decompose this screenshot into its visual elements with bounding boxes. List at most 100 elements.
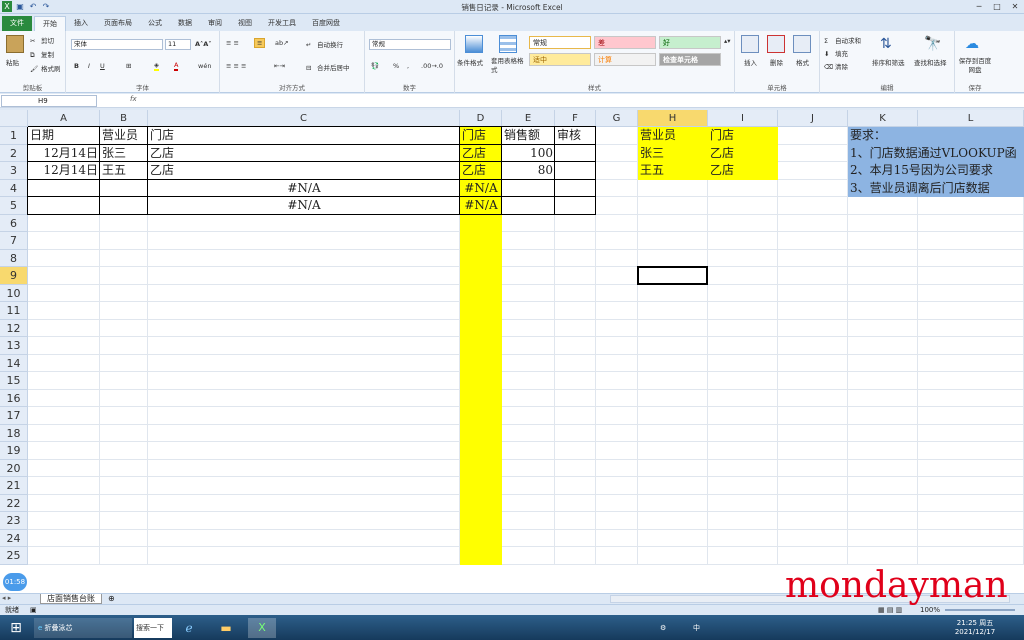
sheet-tab-active[interactable]: 店面销售台账: [40, 594, 102, 604]
cell-b1[interactable]: 营业员: [100, 127, 148, 145]
cell-c1[interactable]: 门店: [148, 127, 460, 145]
row-header-9[interactable]: 9: [0, 267, 28, 285]
active-cell-selection[interactable]: [637, 266, 708, 285]
sort-filter-icon[interactable]: ⇅: [880, 35, 898, 53]
cell-i1[interactable]: 门店: [708, 127, 778, 145]
column-header-h[interactable]: H: [638, 110, 708, 127]
row-header-24[interactable]: 24: [0, 529, 28, 547]
explorer-taskbar-icon[interactable]: ▬: [214, 618, 238, 638]
tab-insert[interactable]: 插入: [66, 16, 96, 31]
tab-home[interactable]: 开始: [34, 16, 66, 31]
row-header-12[interactable]: 12: [0, 319, 28, 337]
fill-color-icon[interactable]: ◈: [154, 61, 159, 71]
cell-h1[interactable]: 营业员: [638, 127, 708, 145]
taskbar-app-browser[interactable]: e 折叠泳芯: [34, 618, 132, 638]
insert-cells-button[interactable]: 插入: [744, 57, 757, 67]
row-header-25[interactable]: 25: [0, 547, 28, 565]
conditional-format-button[interactable]: 条件格式: [457, 57, 483, 67]
tray-icons[interactable]: ⚙: [660, 618, 680, 638]
phonetic-icon[interactable]: wén: [198, 62, 211, 70]
clear-button[interactable]: ⌫ 清除: [824, 61, 848, 72]
styles-scroll-icon[interactable]: ▴▾: [724, 37, 731, 45]
column-header-k[interactable]: K: [848, 110, 918, 127]
delete-cells-button[interactable]: 删除: [770, 57, 783, 67]
wrap-text-button[interactable]: ↵ 自动换行: [306, 39, 343, 50]
row-header-4[interactable]: 4: [0, 179, 28, 197]
row-header-20[interactable]: 20: [0, 459, 28, 477]
comma-icon[interactable]: ,: [407, 62, 409, 70]
row-header-7[interactable]: 7: [0, 232, 28, 250]
currency-icon[interactable]: 💱: [371, 62, 379, 70]
tab-view[interactable]: 视图: [230, 16, 260, 31]
style-bad[interactable]: 差: [594, 36, 656, 49]
fx-icon[interactable]: fx: [130, 95, 137, 103]
cell-k2[interactable]: 1、门店数据通过VLOOKUP函: [848, 145, 1024, 163]
minimize-icon[interactable]: ─: [970, 0, 988, 13]
font-color-icon[interactable]: A: [174, 61, 179, 71]
spreadsheet-grid[interactable]: ABCDEFGHIJKL 1 2 3 4 5 6 7 8 9 10 11 12 13 14 15 16 17 18…: [0, 110, 1024, 593]
row-header-19[interactable]: 19: [0, 442, 28, 460]
row-header-23[interactable]: 23: [0, 512, 28, 530]
column-header-d[interactable]: D: [460, 110, 502, 127]
copy-button[interactable]: ⧉ 复制: [30, 49, 54, 60]
cell-b3[interactable]: 王五: [100, 162, 148, 180]
row-header-11[interactable]: 11: [0, 302, 28, 320]
tab-baidu[interactable]: 百度网盘: [304, 16, 348, 31]
decimal-icon[interactable]: .00→.0: [421, 62, 443, 70]
row-header-21[interactable]: 21: [0, 477, 28, 495]
paste-icon[interactable]: [6, 35, 24, 53]
font-name-select[interactable]: 宋体: [71, 39, 163, 50]
cell-e1[interactable]: 销售额: [502, 127, 555, 145]
column-header-e[interactable]: E: [502, 110, 555, 127]
cell-c3[interactable]: 乙店: [148, 162, 460, 180]
select-all-corner[interactable]: [0, 110, 28, 127]
format-cells-button[interactable]: 格式: [796, 57, 809, 67]
row-header-5[interactable]: 5: [0, 197, 28, 215]
formula-input[interactable]: [145, 95, 1020, 107]
name-box[interactable]: H9: [1, 95, 97, 107]
save-baidu-button[interactable]: 保存到百度网盘: [957, 57, 993, 75]
align-left-icon[interactable]: ≡ ≡ ≡: [226, 62, 246, 70]
cell-d3[interactable]: 乙店: [460, 162, 502, 180]
binoculars-icon[interactable]: 🔭: [924, 35, 942, 53]
column-header-c[interactable]: C: [148, 110, 460, 127]
ime-language[interactable]: 中: [693, 618, 700, 638]
autosum-button[interactable]: Σ 自动求和: [824, 35, 861, 46]
row-header-3[interactable]: 3: [0, 162, 28, 180]
style-normal[interactable]: 常规: [529, 36, 591, 49]
cell-a1[interactable]: 日期: [28, 127, 100, 145]
row-header-1[interactable]: 1: [0, 127, 28, 145]
sort-filter-button[interactable]: 排序和筛选: [872, 57, 905, 67]
column-header-j[interactable]: J: [778, 110, 848, 127]
column-header-a[interactable]: A: [28, 110, 100, 127]
ie-taskbar-icon[interactable]: ℯ: [178, 618, 200, 638]
row-header-18[interactable]: 18: [0, 424, 28, 442]
row-header-2[interactable]: 2: [0, 144, 28, 162]
cell-h3[interactable]: 王五: [638, 162, 708, 180]
paste-button[interactable]: 粘贴: [6, 57, 19, 67]
table-format-icon[interactable]: [499, 35, 517, 53]
cut-button[interactable]: ✂ 剪切: [30, 35, 54, 46]
row-header-8[interactable]: 8: [0, 249, 28, 267]
row-header-14[interactable]: 14: [0, 354, 28, 372]
row-header-22[interactable]: 22: [0, 494, 28, 512]
cell-e2[interactable]: 100: [502, 145, 555, 163]
align-top-icon[interactable]: ≡ ≡: [226, 39, 239, 47]
tab-file[interactable]: 文件: [2, 16, 32, 31]
cell-c2[interactable]: 乙店: [148, 145, 460, 163]
column-header-g[interactable]: G: [596, 110, 638, 127]
style-neutral[interactable]: 适中: [529, 53, 591, 66]
align-bottom-icon[interactable]: ≡: [254, 38, 266, 48]
table-format-button[interactable]: 套用表格格式: [491, 57, 527, 75]
delete-cells-icon[interactable]: [767, 35, 785, 53]
font-size-select[interactable]: 11: [165, 39, 191, 50]
tab-formulas[interactable]: 公式: [140, 16, 170, 31]
clock[interactable]: 21:25 周五 2021/12/17: [945, 619, 1005, 639]
tab-page-layout[interactable]: 页面布局: [96, 16, 140, 31]
percent-button[interactable]: %: [393, 62, 399, 70]
underline-button[interactable]: U: [100, 62, 105, 70]
style-good[interactable]: 好: [659, 36, 721, 49]
cell-b2[interactable]: 张三: [100, 145, 148, 163]
bold-button[interactable]: B: [74, 62, 79, 70]
tab-developer[interactable]: 开发工具: [260, 16, 304, 31]
